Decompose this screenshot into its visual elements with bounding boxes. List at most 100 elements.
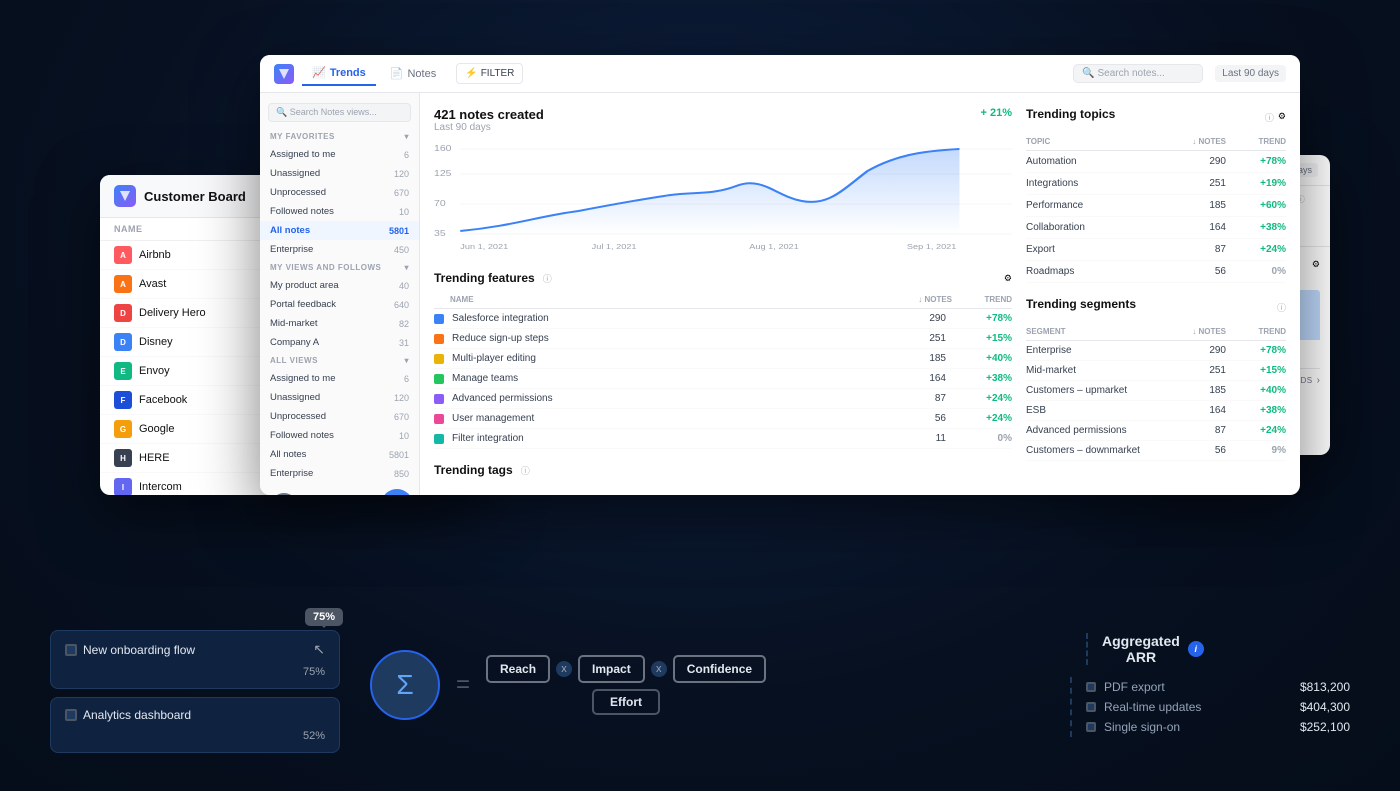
info-icon: ⓘ [543, 272, 552, 285]
arr-item-name: Single sign-on [1104, 720, 1292, 734]
progress-checkbox[interactable] [65, 644, 77, 656]
formula-tags: Reach x Impact x Confidence Effort [486, 655, 766, 715]
info-icon: ⓘ [1265, 111, 1274, 124]
settings-icon[interactable]: ⚙ [1004, 273, 1012, 284]
customer-board-title: Customer Board [144, 189, 246, 204]
company-name: Intercom [139, 481, 182, 493]
arrow-icon: › [1317, 375, 1320, 386]
svg-text:Jun 1, 2021: Jun 1, 2021 [460, 243, 508, 251]
sidebar-item-product-area[interactable]: My product area40 [260, 276, 419, 295]
segment-row[interactable]: Enterprise 290 +78% [1026, 341, 1286, 361]
sidebar-item-all-notes[interactable]: All notes5801 [260, 221, 419, 240]
formula-tag-confidence[interactable]: Confidence [673, 655, 766, 683]
add-button[interactable]: + [381, 489, 413, 495]
company-name: Delivery Hero [139, 307, 206, 319]
svg-text:Aug 1, 2021: Aug 1, 2021 [749, 243, 799, 251]
feature-row[interactable]: Reduce sign-up steps 251 +15% [434, 329, 1012, 349]
chart-header: + 21% 421 notes created Last 90 days [434, 107, 1012, 133]
feature-row[interactable]: Advanced permissions 87 +24% [434, 389, 1012, 409]
progress-item-onboarding[interactable]: New onboarding flow ↖ 75% [50, 630, 340, 689]
notes-search[interactable]: 🔍 Search Notes views... [268, 103, 411, 122]
trends-topbar: 📈 Trends 📄 Notes ⚡ FILTER 🔍 Search notes… [260, 55, 1300, 93]
sidebar-item-enterprise[interactable]: Enterprise450 [260, 240, 419, 259]
topic-row[interactable]: Export 87 +24% [1026, 239, 1286, 261]
sidebar-all-unprocessed[interactable]: Unprocessed670 [260, 407, 419, 426]
sidebar-all-followed[interactable]: Followed notes10 [260, 426, 419, 445]
search-input[interactable]: 🔍 Search notes... [1073, 64, 1203, 83]
col-trend-label: TREND [952, 295, 1012, 304]
segments-table-header: SEGMENT ↓ NOTES TREND [1026, 323, 1286, 341]
feature-row[interactable]: Multi-player editing 185 +40% [434, 349, 1012, 369]
segment-row[interactable]: ESB 164 +38% [1026, 401, 1286, 421]
trending-features-section: Trending features ⓘ ⚙ NAME ↓ NOTES TREND… [434, 271, 1012, 449]
feature-row[interactable]: Filter integration 11 0% [434, 429, 1012, 449]
bottom-section: 75% New onboarding flow ↖ 75% Analytics … [50, 608, 1350, 761]
sidebar-all-enterprise[interactable]: Enterprise850 [260, 464, 419, 483]
progress-percentage: 75% [303, 666, 325, 678]
settings-icon[interactable]: ⚙ [1278, 111, 1286, 124]
topic-row[interactable]: Automation 290 +78% [1026, 151, 1286, 173]
feature-row[interactable]: Salesforce integration 290 +78% [434, 309, 1012, 329]
topic-row[interactable]: Roadmaps 56 0% [1026, 261, 1286, 283]
svg-text:35: 35 [434, 229, 446, 238]
feature-row[interactable]: User management 56 +24% [434, 409, 1012, 429]
arr-checkbox[interactable] [1086, 722, 1096, 732]
filter-button[interactable]: ⚡ FILTER [456, 63, 523, 84]
sidebar-item-followed[interactable]: Followed notes10 [260, 202, 419, 221]
sidebar-all-unassigned[interactable]: Unassigned120 [260, 388, 419, 407]
arr-row-sso: Single sign-on $252,100 [1086, 717, 1350, 737]
chart-title: 421 notes created [434, 107, 1012, 122]
segment-row[interactable]: Mid-market 251 +15% [1026, 361, 1286, 381]
sidebar-item-unassigned[interactable]: Unassigned120 [260, 164, 419, 183]
progress-checkbox[interactable] [65, 709, 77, 721]
segment-row[interactable]: Advanced permissions 87 +24% [1026, 421, 1286, 441]
cards-area: Customer Board BY COMPANY NAME # OF NOTE… [100, 55, 1300, 515]
tab-notes[interactable]: 📄 Notes [380, 62, 446, 85]
svg-text:160: 160 [434, 144, 452, 153]
sigma-formula-section: Σ = Reach x Impact x Confidence Effort [370, 650, 766, 720]
trends-content: 🔍 Search Notes views... MY FAVORITES ▾ A… [260, 93, 1300, 495]
arr-value: $252,100 [1300, 720, 1350, 734]
arr-title: Aggregated ARR [1102, 633, 1180, 665]
sidebar-item-portal-feedback[interactable]: Portal feedback640 [260, 295, 419, 314]
arr-checkbox[interactable] [1086, 702, 1096, 712]
formula-tag-effort[interactable]: Effort [592, 689, 660, 715]
svg-text:70: 70 [434, 199, 446, 208]
topic-row[interactable]: Integrations 251 +19% [1026, 173, 1286, 195]
cursor-icon: ↖ [313, 641, 325, 658]
progress-bar-row: 75% [65, 666, 325, 678]
sidebar-item-company-a[interactable]: Company A31 [260, 333, 419, 352]
company-name: HERE [139, 452, 170, 464]
progress-items-section: 75% New onboarding flow ↖ 75% Analytics … [50, 608, 340, 761]
chart-section: + 21% 421 notes created Last 90 days [434, 107, 1012, 251]
settings-icon[interactable]: ⚙ [1312, 259, 1320, 270]
features-header: Trending features ⓘ ⚙ [434, 271, 1012, 285]
sidebar-all-assigned[interactable]: Assigned to me6 [260, 369, 419, 388]
segment-row[interactable]: Customers – upmarket 185 +40% [1026, 381, 1286, 401]
tab-trends[interactable]: 📈 Trends [302, 61, 376, 86]
date-range[interactable]: Last 90 days [1215, 65, 1286, 82]
segment-row[interactable]: Customers – downmarket 56 9% [1026, 441, 1286, 461]
topic-row[interactable]: Collaboration 164 +38% [1026, 217, 1286, 239]
info-icon: ⓘ [521, 464, 530, 477]
topic-row[interactable]: Performance 185 +60% [1026, 195, 1286, 217]
feature-row[interactable]: Manage teams 164 +38% [434, 369, 1012, 389]
progress-item-analytics[interactable]: Analytics dashboard 52% [50, 697, 340, 753]
chevron-icon: ▾ [404, 132, 409, 141]
sidebar-all-notes[interactable]: All notes5801 [260, 445, 419, 464]
formula-tag-reach[interactable]: Reach [486, 655, 550, 683]
sidebar-item-unprocessed[interactable]: Unprocessed670 [260, 183, 419, 202]
col-topic: TOPIC [1026, 137, 1176, 146]
sidebar-item-mid-market[interactable]: Mid-market82 [260, 314, 419, 333]
svg-text:Sep 1, 2021: Sep 1, 2021 [907, 243, 957, 251]
company-name: Envoy [139, 365, 170, 377]
trends-sidebar: 🔍 Search Notes views... MY FAVORITES ▾ A… [260, 93, 420, 495]
features-table-header: NAME ↓ NOTES TREND [434, 291, 1012, 309]
chevron-icon: ▾ [404, 263, 409, 272]
company-name: Facebook [139, 394, 187, 406]
arr-checkbox[interactable] [1086, 682, 1096, 692]
sidebar-item-assigned[interactable]: Assigned to me6 [260, 145, 419, 164]
formula-top-row: Reach x Impact x Confidence [486, 655, 766, 683]
chevron-icon: ▾ [404, 356, 409, 365]
formula-tag-impact[interactable]: Impact [578, 655, 645, 683]
